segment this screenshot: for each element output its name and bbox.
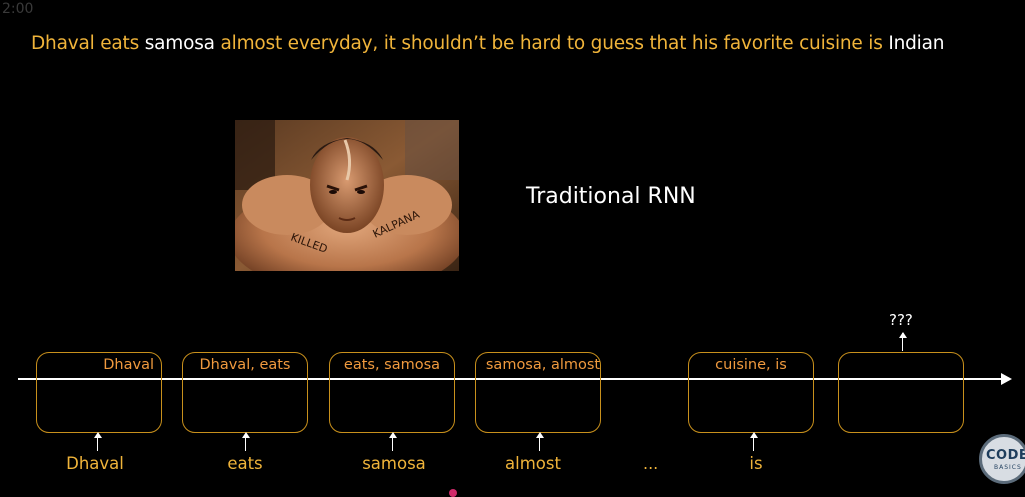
input-word: is [749,454,763,473]
input-word: Dhaval [66,454,124,473]
headline-segment: almost everyday, it shouldn’t be hard to… [214,33,889,54]
headline-segment: samosa [144,33,215,54]
codebasics-logo: CODE BASICS [979,434,1025,484]
input-word: eats [227,454,263,473]
headline-segment: Dhaval eats [31,33,145,54]
cell-state-label: samosa, almost [485,357,601,373]
photo-illustration: KILLED KALPANA [235,120,459,271]
input-arrow [388,432,397,451]
input-arrow [241,432,250,451]
diagram-title: Traditional RNN [526,184,696,209]
video-timestamp: 2:00 [2,1,34,17]
logo-subtext: BASICS [994,464,1022,471]
timeline-arrowhead [1001,373,1012,385]
ellipsis: ... [643,454,659,473]
output-arrow [898,332,907,351]
cursor-dot [449,489,457,497]
rnn-cell [838,352,964,433]
cell-state-label: cuisine, is [715,357,787,373]
cell-state-label: Dhaval, eats [199,357,291,373]
input-arrow [749,432,758,451]
prediction-label: ??? [889,311,913,329]
input-arrow [535,432,544,451]
headline-segment: Indian [888,33,945,54]
movie-still-photo: KILLED KALPANA [235,120,459,271]
logo-text: CODE [986,448,1025,463]
cell-state-label: Dhaval [103,357,154,373]
input-word: almost [505,454,561,473]
cell-state-label: eats, samosa [343,357,441,373]
input-arrow [93,432,102,451]
input-word: samosa [362,454,426,473]
headline-sentence: Dhaval eats samosa almost everyday, it s… [31,33,944,54]
